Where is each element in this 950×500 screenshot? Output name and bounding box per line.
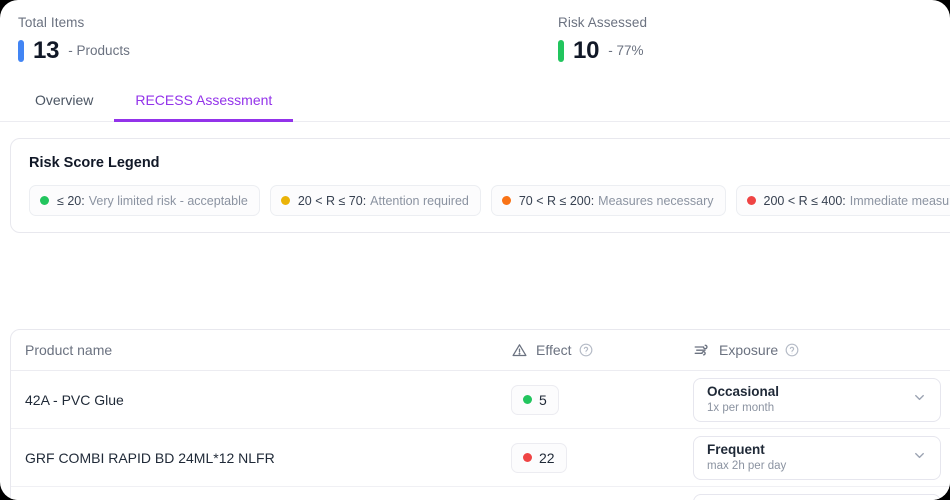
kpi-risk-assessed-label: Risk Assessed (558, 15, 648, 30)
tab-bar: Overview RECESS Assessment (0, 76, 950, 122)
cell-product-name: GRF COMBI RAPID BD 24ML*12 NLFR (25, 449, 275, 466)
effect-score-badge: 22 (511, 442, 567, 473)
kpi-risk-assessed: Risk Assessed 10 - 77% (540, 14, 950, 76)
legend-dot-orange (501, 196, 511, 205)
help-circle-icon-effect[interactable] (579, 343, 593, 357)
risk-score-legend-title: Risk Score Legend (29, 155, 160, 171)
kpi-total-items-label: Total Items (18, 15, 85, 30)
products-table-header: Product name Effect Exposure (11, 330, 950, 371)
table-row[interactable] (11, 487, 950, 500)
risk-score-legend-chips: ≤ 20: Very limited risk - acceptable 20 … (29, 185, 950, 216)
kpi-total-items-number: 13 (33, 37, 60, 64)
kpi-total-items-value-row: 13 - Products (18, 39, 540, 63)
effect-score-badge: 5 (511, 384, 559, 415)
tab-recess-assessment[interactable]: RECESS Assessment (114, 92, 294, 122)
legend-chip-very-limited-risk: ≤ 20: Very limited risk - acceptable (29, 185, 260, 216)
legend-dot-yellow (280, 196, 290, 205)
cell-product-name: 42A - PVC Glue (25, 391, 124, 408)
kpi-risk-assessed-value-row: 10 - 77% (558, 39, 950, 63)
cell-effect: 22 (511, 442, 693, 473)
effect-score-value: 5 (539, 391, 547, 408)
effect-score-dot (523, 395, 532, 404)
column-header-exposure-label: Exposure (719, 342, 779, 358)
risk-score-legend-card: Risk Score Legend ≤ 20: Very limited ris… (10, 138, 950, 233)
kpi-total-items: Total Items 13 - Products (0, 14, 540, 76)
effect-score-value: 22 (539, 449, 555, 466)
legend-range-1: 20 < R ≤ 70: (297, 193, 367, 208)
legend-description-0: Very limited risk - acceptable (88, 193, 248, 208)
legend-chip-measures-necessary: 70 < R ≤ 200: Measures necessary (490, 185, 726, 216)
exposure-dropdown[interactable] (693, 493, 941, 500)
effect-score-dot (523, 453, 532, 462)
legend-description-1: Attention required (370, 193, 469, 208)
column-header-product-name-label: Product name (25, 342, 113, 358)
kpi-total-items-suffix: - Products (68, 43, 130, 58)
kpi-total-items-color-bar (18, 40, 24, 62)
column-header-product-name: Product name (25, 342, 511, 358)
exposure-dropdown-text: Occasional 1x per month (707, 384, 779, 416)
exposure-dropdown[interactable]: Frequent max 2h per day (693, 435, 941, 480)
column-header-effect: Effect (511, 342, 693, 359)
exposure-dropdown-subtitle: 1x per month (707, 401, 775, 414)
legend-range-2: 70 < R ≤ 200: (518, 193, 595, 208)
kpi-summary-strip: Total Items 13 - Products Risk Assessed … (0, 0, 950, 76)
exposure-dropdown[interactable]: Occasional 1x per month (693, 377, 941, 422)
kpi-risk-assessed-suffix: - 77% (608, 43, 644, 58)
help-circle-icon-exposure[interactable] (785, 343, 799, 357)
exposure-dropdown-text: Frequent max 2h per day (707, 442, 786, 474)
cell-exposure (693, 493, 950, 500)
legend-dot-red (746, 196, 756, 205)
tab-overview[interactable]: Overview (14, 92, 114, 122)
cell-exposure: Frequent max 2h per day (693, 435, 950, 480)
legend-range-0: ≤ 20: (57, 193, 85, 208)
exposure-dropdown-title: Occasional (707, 383, 780, 399)
legend-range-3: 200 < R ≤ 400: (763, 193, 846, 208)
app-window: Total Items 13 - Products Risk Assessed … (0, 0, 950, 500)
chevron-down-icon[interactable] (912, 390, 927, 410)
cell-effect: 5 (511, 384, 693, 415)
column-header-effect-label: Effect (536, 342, 572, 358)
kpi-risk-assessed-color-bar (558, 40, 564, 62)
legend-chip-attention-required: 20 < R ≤ 70: Attention required (269, 185, 481, 216)
kpi-risk-assessed-number: 10 (573, 37, 600, 64)
column-header-exposure: Exposure (693, 341, 950, 359)
chevron-down-icon[interactable] (912, 448, 927, 468)
legend-description-2: Measures necessary (598, 193, 714, 208)
legend-description-3: Immediate measures required (849, 193, 950, 208)
wind-icon (693, 341, 711, 359)
products-table: Product name Effect Exposure 42A - PVC G… (10, 329, 950, 500)
exposure-dropdown-subtitle: max 2h per day (707, 459, 787, 472)
table-row[interactable]: GRF COMBI RAPID BD 24ML*12 NLFR 22 Frequ… (11, 429, 950, 487)
warning-triangle-icon (511, 342, 528, 359)
legend-dot-green (40, 196, 49, 205)
exposure-dropdown-title: Frequent (707, 441, 765, 457)
cell-exposure: Occasional 1x per month (693, 377, 950, 422)
legend-chip-immediate-measures: 200 < R ≤ 400: Immediate measures requir… (735, 185, 950, 216)
table-row[interactable]: 42A - PVC Glue 5 Occasional 1x per month (11, 371, 950, 429)
